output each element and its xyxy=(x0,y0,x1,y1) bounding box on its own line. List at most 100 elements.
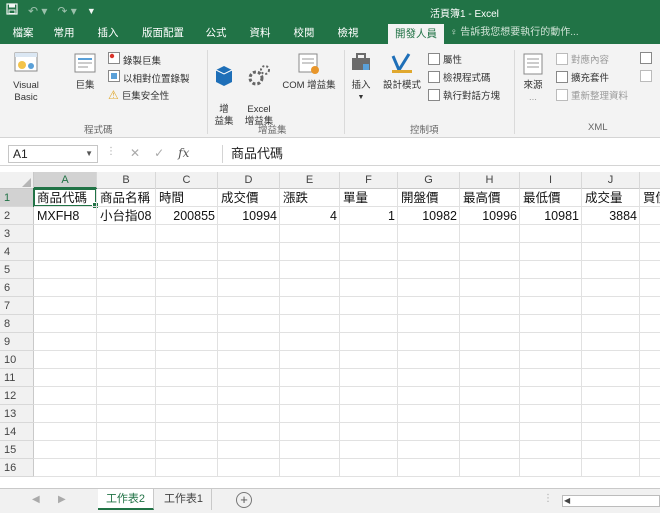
relative-refs-button[interactable]: 以相對位置錄製 xyxy=(108,70,190,85)
cell[interactable]: 買價 xyxy=(640,189,660,207)
column-header[interactable]: I xyxy=(520,172,582,189)
com-addins-button[interactable]: COM 增益集 xyxy=(278,50,340,92)
cancel-icon[interactable]: ✕ xyxy=(130,146,140,160)
row-header[interactable]: 5 xyxy=(0,261,34,279)
cell[interactable]: MXFH8 xyxy=(34,207,82,225)
cell[interactable]: 時間 xyxy=(156,189,187,207)
sheet-tab-1[interactable]: 工作表2 xyxy=(98,489,154,510)
column-header[interactable]: H xyxy=(460,172,520,189)
tab-page-layout[interactable]: 版面配置 xyxy=(132,22,194,44)
tab-developer[interactable]: 開發人員 xyxy=(388,24,444,44)
tab-formulas[interactable]: 公式 xyxy=(196,22,236,44)
row-header[interactable]: 16 xyxy=(0,459,34,477)
column-header[interactable]: B xyxy=(97,172,156,189)
column-header[interactable]: C xyxy=(156,172,218,189)
chevron-down-icon[interactable]: ▼ xyxy=(85,146,93,162)
row-header[interactable]: 13 xyxy=(0,405,34,423)
prev-sheet-icon[interactable]: ◀ xyxy=(32,494,40,505)
cell[interactable]: 10982 xyxy=(398,207,460,225)
row-header[interactable]: 6 xyxy=(0,279,34,297)
column-header[interactable]: A xyxy=(34,172,97,189)
row-header[interactable]: 3 xyxy=(0,225,34,243)
save-icon[interactable] xyxy=(6,3,18,18)
row-header[interactable]: 4 xyxy=(0,243,34,261)
visual-basic-button[interactable]: Visual Basic xyxy=(2,50,50,104)
row-header[interactable]: 14 xyxy=(0,423,34,441)
cell[interactable]: 最低價 xyxy=(520,189,564,207)
tab-insert[interactable]: 插入 xyxy=(88,22,128,44)
design-mode-button[interactable]: 設計模式 xyxy=(380,50,424,92)
redo-icon[interactable]: ↷ ▾ xyxy=(57,4,76,18)
cell[interactable]: 4 xyxy=(280,207,340,225)
expansion-packs-button[interactable]: 擴充套件 xyxy=(556,70,609,84)
cell[interactable]: 小台指08 xyxy=(97,207,154,225)
cell[interactable]: 成交價 xyxy=(218,189,262,207)
select-all-button[interactable] xyxy=(0,172,34,189)
cell[interactable]: 成交量 xyxy=(582,189,626,207)
cell[interactable]: 10994 xyxy=(218,207,280,225)
xml-source-label: 來源 xyxy=(523,80,543,91)
tell-me-search[interactable]: ♀ 告訴我您想要執行的動作... xyxy=(450,22,660,44)
export-icon[interactable] xyxy=(640,70,652,82)
horizontal-scrollbar[interactable]: ◀ xyxy=(562,495,660,507)
cell[interactable]: 1 xyxy=(340,207,398,225)
insert-function-icon[interactable]: fx xyxy=(178,146,189,160)
record-macro-button[interactable]: 錄製巨集 xyxy=(108,52,161,67)
cell[interactable]: 商品代碼 xyxy=(34,189,90,207)
tab-review[interactable]: 校閱 xyxy=(284,22,324,44)
addins-button[interactable]: 增 益集 xyxy=(211,50,237,128)
refresh-data-button[interactable]: 重新整理資料 xyxy=(556,88,628,102)
add-sheet-icon[interactable]: + xyxy=(236,492,252,508)
name-box[interactable]: A1 ▼ xyxy=(8,145,98,163)
spreadsheet-grid[interactable]: ABCDEFGHIJK 12345678910111213141516 商品代碼… xyxy=(0,172,660,488)
splitter-icon[interactable]: ⋮ xyxy=(543,493,553,504)
cell[interactable]: 商品名稱 xyxy=(97,189,153,207)
customize-icon[interactable]: ▼ xyxy=(87,6,96,16)
excel-addins-button[interactable]: Excel 增益集 xyxy=(242,50,276,128)
macro-security-button[interactable]: ⚠ 巨集安全性 xyxy=(108,88,169,102)
macros-button[interactable]: 巨集 xyxy=(70,50,100,92)
gridline xyxy=(217,189,218,477)
cell[interactable]: 10981 xyxy=(520,207,582,225)
row-header[interactable]: 12 xyxy=(0,387,34,405)
column-header[interactable]: J xyxy=(582,172,640,189)
row-header[interactable]: 11 xyxy=(0,369,34,387)
row-header[interactable]: 7 xyxy=(0,297,34,315)
import-icon[interactable] xyxy=(640,52,652,64)
row-header[interactable]: 1 xyxy=(0,189,34,207)
enter-icon[interactable]: ✓ xyxy=(154,146,164,160)
properties-button[interactable]: 屬性 xyxy=(428,52,462,66)
cell[interactable]: 10996 xyxy=(460,207,520,225)
cell[interactable]: 開盤價 xyxy=(398,189,442,207)
tab-file[interactable]: 檔案 xyxy=(4,22,42,44)
cell[interactable] xyxy=(640,207,660,225)
cell[interactable]: 單量 xyxy=(340,189,371,207)
xml-source-button[interactable]: 來源 ... xyxy=(518,50,548,104)
row-header[interactable]: 9 xyxy=(0,333,34,351)
column-header[interactable]: G xyxy=(398,172,460,189)
row-header[interactable]: 10 xyxy=(0,351,34,369)
tab-home[interactable]: 常用 xyxy=(44,22,84,44)
row-header[interactable]: 2 xyxy=(0,207,34,225)
cell[interactable]: 200855 xyxy=(156,207,218,225)
row-header[interactable]: 8 xyxy=(0,315,34,333)
column-header[interactable]: D xyxy=(218,172,280,189)
view-code-button[interactable]: 檢視程式碼 xyxy=(428,70,491,84)
formula-input[interactable]: 商品代碼 xyxy=(222,145,283,163)
undo-icon[interactable]: ↶ ▾ xyxy=(28,4,47,18)
tab-view[interactable]: 檢視 xyxy=(328,22,368,44)
cell[interactable]: 最高價 xyxy=(460,189,504,207)
scroll-left-icon[interactable]: ◀ xyxy=(564,496,570,505)
sheet-tab-2[interactable]: 工作表1 xyxy=(156,489,212,510)
cell[interactable]: 漲跌 xyxy=(280,189,311,207)
column-header[interactable]: K xyxy=(640,172,660,189)
insert-control-button[interactable]: 插入 ▼ xyxy=(348,50,374,104)
run-dialog-button[interactable]: 執行對話方塊 xyxy=(428,88,500,102)
cell[interactable]: 3884 xyxy=(582,207,640,225)
tab-data[interactable]: 資料 xyxy=(240,22,280,44)
map-properties-button[interactable]: 對應內容 xyxy=(556,52,609,66)
column-header[interactable]: E xyxy=(280,172,340,189)
next-sheet-icon[interactable]: ▶ xyxy=(58,494,66,505)
column-header[interactable]: F xyxy=(340,172,398,189)
row-header[interactable]: 15 xyxy=(0,441,34,459)
